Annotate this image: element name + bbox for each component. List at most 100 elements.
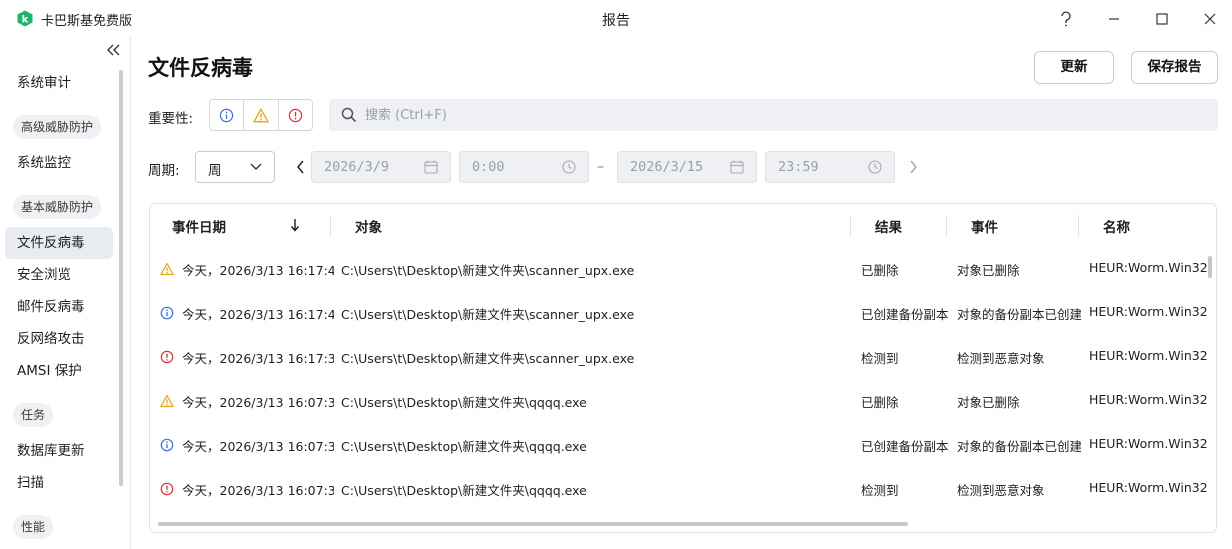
table-row[interactable]: 今天，2026/3/13 16:07:36 C:\Users\t\Desktop\… (150, 423, 1216, 467)
cell-object: C:\Users\t\Desktop\新建文件夹\scanner_upx.exe (341, 351, 635, 366)
save-report-button[interactable]: 保存报告 (1131, 51, 1218, 84)
cell-name: HEUR:Worm.Win32.Generic (1089, 348, 1209, 363)
table-row[interactable]: 今天，2026/3/13 16:17:42 C:\Users\t\Desktop\… (150, 291, 1216, 335)
events-table: 事件日期 对象 结果 事件 名称 今天，2026/3/13 16:17:43 C:… (149, 203, 1217, 533)
cell-name: HEUR:Worm.Win32.Generic (1089, 480, 1209, 495)
cell-object: C:\Users\t\Desktop\新建文件夹\scanner_upx.exe (341, 307, 635, 322)
calendar-icon (424, 160, 438, 174)
cell-event: 对象已删除 (957, 263, 1020, 278)
severity-label: 重要性: (148, 111, 194, 127)
page-title: 文件反病毒 (148, 56, 253, 80)
column-divider[interactable] (946, 215, 947, 237)
cell-result: 已创建备份副本 (861, 307, 949, 322)
minimize-button[interactable] (1102, 8, 1126, 30)
clock-icon (562, 160, 576, 174)
horizontal-scrollbar[interactable] (158, 522, 908, 526)
severity-info-toggle[interactable] (210, 100, 245, 130)
cell-object: C:\Users\t\Desktop\新建文件夹\qqqq.exe (341, 483, 587, 498)
cell-event: 检测到恶意对象 (957, 351, 1045, 366)
window-title: 报告 (602, 13, 630, 29)
cell-event: 对象的备份副本已创建 (957, 439, 1081, 454)
column-header-result[interactable]: 结果 (875, 216, 902, 236)
start-time-value: 0:00 (472, 159, 505, 175)
sidebar-item-scan[interactable]: 扫描 (5, 467, 113, 499)
sidebar-group-advanced-protection: 高级威胁防护 (13, 115, 102, 139)
cell-event: 检测到恶意对象 (957, 483, 1045, 498)
table-row[interactable]: 今天，2026/3/13 16:07:36 C:\Users\t\Desktop\… (150, 467, 1216, 511)
info-circle-icon (219, 108, 234, 122)
clock-icon (868, 160, 882, 174)
sidebar-item-system-monitor[interactable]: 系统监控 (5, 147, 113, 179)
sidebar-group-basic-protection: 基本威胁防护 (13, 195, 102, 219)
warning-triangle-icon (160, 394, 174, 408)
cell-date: 今天，2026/3/13 16:17:39 (182, 351, 334, 366)
search-input[interactable] (365, 99, 1205, 131)
cell-object: C:\Users\t\Desktop\新建文件夹\qqqq.exe (341, 439, 587, 454)
cell-date: 今天，2026/3/13 16:17:42 (182, 307, 334, 322)
table-row[interactable]: 今天，2026/3/13 16:07:36 C:\Users\t\Desktop\… (150, 379, 1216, 423)
severity-critical-toggle[interactable] (279, 100, 312, 130)
warning-triangle-icon (253, 108, 269, 122)
cell-date: 今天，2026/3/13 16:07:36 (182, 395, 334, 410)
sidebar: 系统审计 高级威胁防护 系统监控 基本威胁防护 文件反病毒 安全浏览 邮件反病毒… (0, 36, 131, 549)
severity-filter (209, 99, 313, 131)
close-icon (1204, 13, 1216, 25)
vertical-scrollbar[interactable] (1208, 256, 1212, 278)
cell-date: 今天，2026/3/13 16:07:36 (182, 483, 334, 498)
table-row[interactable]: 今天，2026/3/13 16:17:43 C:\Users\t\Desktop\… (150, 247, 1216, 291)
start-time-field[interactable]: 0:00 (459, 151, 589, 183)
start-date-field[interactable]: 2026/3/9 (311, 151, 451, 183)
sidebar-item-safe-browsing[interactable]: 安全浏览 (5, 259, 113, 291)
cell-date: 今天，2026/3/13 16:07:36 (182, 439, 334, 454)
sort-descending-icon[interactable] (290, 218, 300, 232)
help-icon (1061, 11, 1071, 27)
column-header-object[interactable]: 对象 (355, 216, 382, 236)
cell-object: C:\Users\t\Desktop\新建文件夹\qqqq.exe (341, 395, 587, 410)
minimize-icon (1109, 18, 1119, 20)
column-divider[interactable] (850, 215, 851, 237)
column-divider[interactable] (1078, 215, 1079, 237)
end-time-value: 23:59 (778, 159, 819, 175)
period-value: 周 (208, 163, 222, 179)
cell-object: C:\Users\t\Desktop\新建文件夹\scanner_upx.exe (341, 263, 635, 278)
warning-triangle-icon (160, 262, 174, 276)
end-date-field[interactable]: 2026/3/15 (617, 151, 757, 183)
maximize-icon (1156, 13, 1168, 25)
period-dropdown[interactable]: 周 (195, 151, 275, 183)
column-divider[interactable] (330, 215, 331, 237)
app-window: k 卡巴斯基免费版 报告 系统审计 高级威胁防护 系统监控 基本威胁防护 文件反… (0, 0, 1232, 549)
sidebar-item-system-audit[interactable]: 系统审计 (5, 67, 113, 99)
title-bar: k 卡巴斯基免费版 报告 (0, 0, 1232, 36)
period-label: 周期: (148, 163, 180, 179)
cell-result: 已删除 (861, 263, 899, 278)
column-header-name[interactable]: 名称 (1103, 216, 1130, 236)
cell-event: 对象已删除 (957, 395, 1020, 410)
cell-result: 已创建备份副本 (861, 439, 949, 454)
cell-name: HEUR:Worm.Win32.Generic (1089, 260, 1209, 275)
help-button[interactable] (1054, 8, 1078, 30)
cell-date: 今天，2026/3/13 16:17:43 (182, 263, 334, 278)
info-circle-icon (160, 438, 174, 452)
search-icon (341, 107, 357, 123)
severity-warning-toggle[interactable] (244, 100, 279, 130)
maximize-button[interactable] (1150, 8, 1174, 30)
sidebar-item-file-antivirus[interactable]: 文件反病毒 (5, 227, 113, 259)
cell-result: 已删除 (861, 395, 899, 410)
update-button[interactable]: 更新 (1034, 51, 1114, 84)
table-row[interactable]: 今天，2026/3/13 16:17:39 C:\Users\t\Desktop\… (150, 335, 1216, 379)
sidebar-item-amsi[interactable]: AMSI 保护 (5, 355, 113, 387)
end-date-value: 2026/3/15 (630, 159, 704, 175)
start-date-value: 2026/3/9 (324, 159, 390, 175)
cell-name: HEUR:Worm.Win32.Generic (1089, 436, 1209, 451)
close-button[interactable] (1198, 8, 1222, 30)
collapse-sidebar-icon[interactable] (104, 42, 124, 58)
sidebar-item-network-attack[interactable]: 反网络攻击 (5, 323, 113, 355)
sidebar-item-mail-antivirus[interactable]: 邮件反病毒 (5, 291, 113, 323)
chevron-right-icon[interactable] (906, 158, 920, 176)
column-header-date[interactable]: 事件日期 (172, 216, 226, 236)
column-header-event[interactable]: 事件 (971, 216, 998, 236)
sidebar-scrollbar[interactable] (119, 70, 123, 486)
chevron-left-icon[interactable] (294, 158, 308, 176)
sidebar-item-database-update[interactable]: 数据库更新 (5, 435, 113, 467)
end-time-field[interactable]: 23:59 (765, 151, 895, 183)
